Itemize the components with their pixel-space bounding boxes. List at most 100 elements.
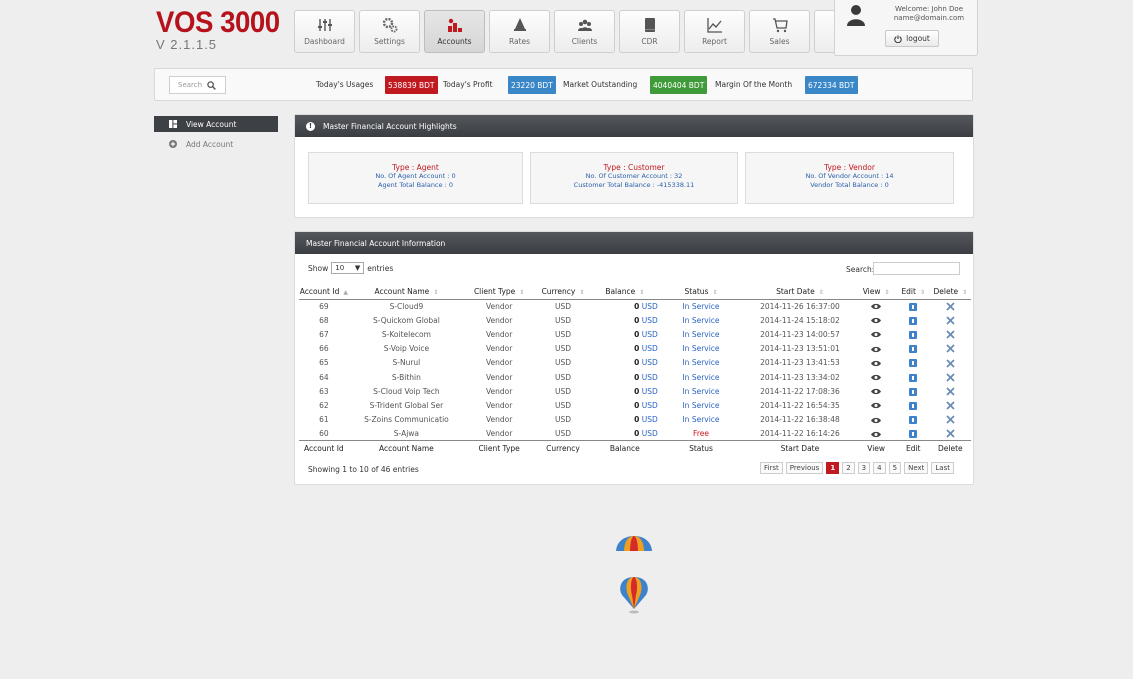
delete-icon[interactable]	[946, 401, 955, 410]
tablet-icon	[642, 17, 658, 33]
nav-cdr-button[interactable]: CDR	[619, 10, 680, 53]
cell-edit	[897, 356, 930, 370]
page-button-3[interactable]: 3	[857, 462, 871, 474]
nav-settings-button[interactable]: Settings	[359, 10, 420, 53]
column-header[interactable]: Client Type ⇕	[464, 284, 535, 300]
column-header[interactable]: Edit ⇕	[896, 284, 930, 300]
cell-account-id: 63	[319, 386, 329, 396]
page-button-1[interactable]: 1	[826, 462, 840, 474]
column-label: Client Type	[473, 286, 516, 296]
edit-icon[interactable]	[909, 359, 918, 368]
column-header[interactable]: Account Id ▲	[299, 284, 349, 300]
cell-client-type: Vendor	[485, 329, 513, 339]
sort-both-icon: ⇕	[712, 288, 718, 296]
column-header[interactable]: View ⇕	[855, 284, 897, 300]
table-row: 64 S-Bithin Vendor USD 0 USD In Service 2014-1…	[299, 370, 971, 384]
nav-report-button[interactable]: Report	[684, 10, 745, 53]
page-button-5[interactable]: 5	[888, 462, 902, 474]
info-icon: !	[306, 121, 315, 131]
nav-label: Sales	[769, 37, 790, 46]
column-footer: Client Type	[464, 440, 535, 455]
search-icon	[207, 80, 216, 90]
sidebar-item-label: Add Account	[186, 139, 234, 149]
eye-icon[interactable]	[871, 346, 882, 353]
sidebar-item-add-account[interactable]: Add Account	[154, 136, 278, 152]
nav-label: Dashboard	[304, 37, 345, 46]
page-button-previous[interactable]: Previous	[785, 462, 824, 474]
pagination: First Previous 1 2 3 4 5 Next Last	[760, 462, 954, 474]
edit-icon[interactable]	[909, 416, 918, 425]
nav-dashboard-button[interactable]: Dashboard	[294, 10, 355, 53]
column-header[interactable]: Account Name ⇕	[348, 284, 465, 300]
page-button-last[interactable]: Last	[931, 462, 954, 474]
logout-button[interactable]: logout	[885, 30, 939, 47]
edit-icon[interactable]	[909, 345, 918, 354]
sidebar-item-view-account[interactable]: View Account	[154, 116, 278, 132]
page-button-4[interactable]: 4	[873, 462, 886, 474]
accounts-panel: Master Financial Account Information Sho…	[294, 231, 974, 485]
edit-icon[interactable]	[909, 387, 918, 396]
edit-icon[interactable]	[909, 330, 918, 339]
nav-rates-button[interactable]: Rates	[489, 10, 550, 53]
edit-icon[interactable]	[909, 401, 918, 410]
delete-icon[interactable]	[946, 344, 955, 354]
highlight-type: Type : Vendor	[824, 163, 875, 172]
cell-view	[856, 313, 897, 327]
column-header[interactable]: Balance ⇕	[591, 284, 658, 300]
column-label: Status	[684, 286, 709, 296]
delete-icon[interactable]	[946, 387, 955, 396]
global-search-input[interactable]: Search	[169, 76, 226, 94]
eye-icon[interactable]	[871, 417, 882, 424]
delete-icon[interactable]	[946, 415, 955, 424]
cell-currency: USD	[554, 301, 571, 311]
highlight-balance: Vendor Total Balance : 0	[810, 181, 889, 189]
eye-icon[interactable]	[871, 388, 882, 395]
profit-label: Today's Profit	[443, 80, 493, 89]
edit-icon[interactable]	[909, 316, 918, 325]
delete-icon[interactable]	[946, 373, 955, 382]
cell-client-type: Vendor	[485, 415, 513, 425]
page-button-first[interactable]: First	[760, 462, 783, 474]
delete-icon[interactable]	[946, 302, 955, 311]
cell-client-type: Vendor	[485, 344, 513, 354]
nav-sales-button[interactable]: Sales	[749, 10, 810, 53]
app-title: VOS 3000	[156, 6, 280, 39]
page-button-next[interactable]: Next	[904, 462, 929, 474]
eye-icon[interactable]	[871, 303, 882, 310]
page-button-2[interactable]: 2	[842, 462, 855, 474]
eye-icon[interactable]	[871, 360, 882, 367]
table-search-input[interactable]	[873, 262, 960, 275]
cell-balance: 0 USD	[592, 327, 658, 341]
delete-icon[interactable]	[946, 330, 955, 339]
column-footer: Account Name	[348, 440, 465, 455]
cell-start-date: 2014-11-22 16:54:35	[760, 400, 840, 410]
column-label: Start Date	[776, 286, 815, 296]
delete-icon[interactable]	[946, 316, 955, 325]
eye-icon[interactable]	[871, 374, 882, 381]
delete-icon[interactable]	[946, 358, 955, 368]
edit-icon[interactable]	[909, 302, 918, 311]
eye-icon[interactable]	[871, 331, 882, 338]
sort-both-icon: ⇕	[519, 288, 525, 296]
nav-accounts-button[interactable]: Accounts	[424, 10, 485, 53]
nav-clients-button[interactable]: Clients	[554, 10, 615, 53]
usages-label: Today's Usages	[316, 80, 374, 89]
cell-delete	[930, 299, 971, 313]
edit-icon[interactable]	[909, 373, 918, 382]
delete-icon[interactable]	[946, 429, 955, 438]
column-header[interactable]: Currency ⇕	[534, 284, 592, 300]
eye-icon[interactable]	[871, 402, 882, 409]
cart-icon	[772, 17, 788, 33]
entries-select[interactable]: 10 ▼	[331, 262, 365, 274]
column-header[interactable]: Start Date ⇕	[744, 284, 856, 300]
eye-icon[interactable]	[871, 317, 882, 324]
cell-account-id: 67	[319, 329, 329, 339]
edit-icon[interactable]	[909, 430, 918, 439]
search-placeholder: Search	[178, 81, 203, 89]
eye-icon[interactable]	[871, 431, 882, 438]
column-header[interactable]: Delete ⇕	[929, 284, 971, 300]
sort-both-icon: ⇕	[884, 288, 890, 296]
cell-client-type: Vendor	[485, 358, 513, 368]
balance-value: 0	[634, 372, 640, 382]
column-header[interactable]: Status ⇕	[657, 284, 745, 300]
